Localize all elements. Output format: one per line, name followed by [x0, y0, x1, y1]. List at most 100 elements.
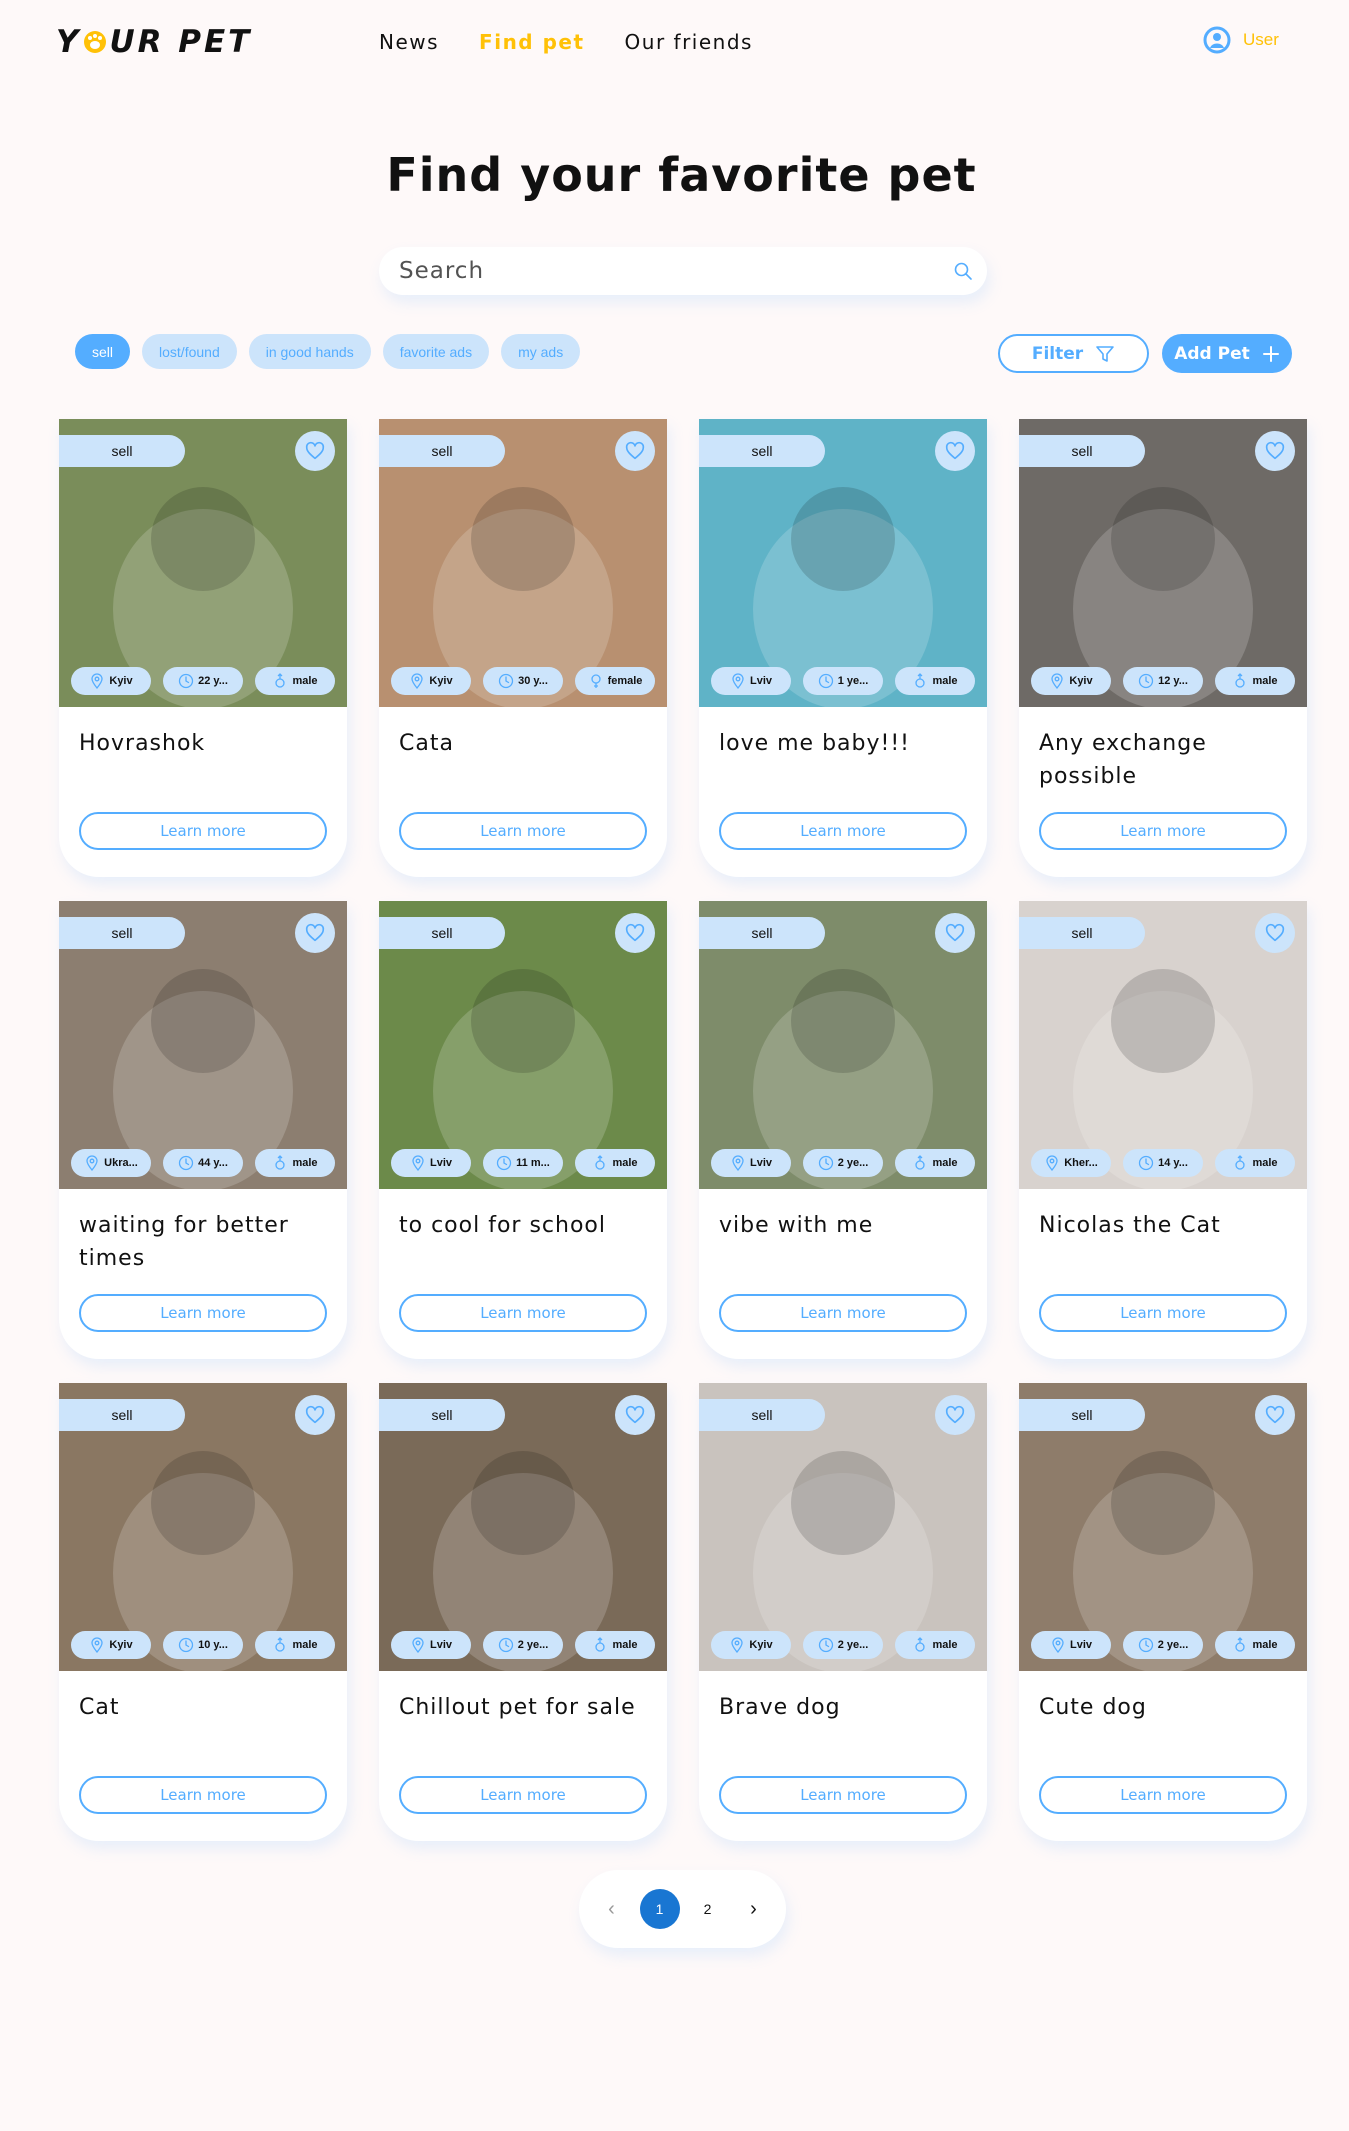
search-input[interactable]	[399, 247, 919, 295]
pet-card: sell Kyiv 12 y... male Any exchange possible…	[1019, 419, 1307, 877]
category-badge: sell	[699, 435, 825, 467]
favorite-button[interactable]	[295, 431, 335, 471]
pet-photo: sell Kyiv 22 y... male	[59, 419, 347, 707]
male-icon	[1235, 1155, 1246, 1170]
favorite-button[interactable]	[615, 1395, 655, 1435]
male-icon	[915, 1155, 926, 1170]
sex-text: male	[1252, 675, 1278, 687]
heart-icon	[625, 923, 645, 942]
favorite-button[interactable]	[935, 913, 975, 953]
pet-card: sell Lviv 2 ye... male Cute dog Learn more	[1019, 1383, 1307, 1841]
pet-title: Cat	[79, 1695, 120, 1720]
location-text: Kyiv	[429, 675, 453, 687]
pet-title: Cata	[399, 731, 454, 756]
category-badge: sell	[1019, 435, 1145, 467]
learn-more-button[interactable]: Learn more	[719, 1294, 967, 1332]
heart-icon	[305, 441, 325, 460]
add-pet-label: Add Pet	[1174, 343, 1250, 364]
pet-title: Any exchange possible	[1039, 731, 1207, 789]
page-1-button[interactable]: 1	[639, 1889, 680, 1929]
favorite-button[interactable]	[295, 913, 335, 953]
learn-more-button[interactable]: Learn more	[79, 1776, 327, 1814]
filter-button[interactable]: Filter	[998, 334, 1149, 373]
favorite-button[interactable]	[1255, 913, 1295, 953]
learn-more-button[interactable]: Learn more	[719, 1776, 967, 1814]
age-badge: 11 m...	[483, 1149, 563, 1177]
learn-more-button[interactable]: Learn more	[1039, 812, 1287, 850]
prev-page-button[interactable]: ‹	[594, 1891, 630, 1927]
location-badge: Lviv	[1031, 1631, 1111, 1659]
learn-more-button[interactable]: Learn more	[1039, 1776, 1287, 1814]
age-badge: 12 y...	[1123, 667, 1203, 695]
pet-card: sell Lviv 2 ye... male vibe with me Learn mor…	[699, 901, 987, 1359]
chip-sell[interactable]: sell	[75, 334, 131, 369]
clock-icon	[1138, 1155, 1154, 1171]
location-text: Ukra...	[104, 1157, 138, 1169]
favorite-button[interactable]	[935, 431, 975, 471]
plus-icon	[1262, 345, 1279, 362]
learn-more-button[interactable]: Learn more	[399, 1776, 647, 1814]
learn-more-button[interactable]: Learn more	[399, 812, 647, 850]
sex-badge: male	[895, 1631, 975, 1659]
location-badge: Kyiv	[711, 1631, 791, 1659]
age-badge: 10 y...	[163, 1631, 243, 1659]
favorite-button[interactable]	[935, 1395, 975, 1435]
pet-photo: sell Lviv 2 ye... male	[699, 901, 987, 1189]
next-page-button[interactable]: ›	[736, 1891, 772, 1927]
location-badge: Ukra...	[71, 1149, 151, 1177]
favorite-button[interactable]	[615, 431, 655, 471]
chip-lost-found[interactable]: lost/found	[142, 334, 237, 369]
page-2-button[interactable]: 2	[690, 1891, 726, 1927]
location-text: Lviv	[749, 1157, 772, 1169]
sex-text: female	[607, 675, 643, 687]
favorite-button[interactable]	[1255, 1395, 1295, 1435]
favorite-button[interactable]	[1255, 431, 1295, 471]
clock-icon	[498, 673, 514, 689]
filter-label: Filter	[1031, 343, 1084, 364]
user-menu[interactable]: User	[1203, 26, 1279, 54]
learn-more-button[interactable]: Learn more	[399, 1294, 647, 1332]
chip-in-good-hands[interactable]: in good hands	[248, 334, 371, 369]
learn-more-button[interactable]: Learn more	[1039, 1294, 1287, 1332]
learn-more-button[interactable]: Learn more	[79, 1294, 327, 1332]
age-text: 2 ye...	[837, 1639, 869, 1651]
male-icon	[275, 673, 286, 688]
chip-favorite-ads[interactable]: favorite ads	[382, 334, 490, 369]
location-icon	[411, 673, 424, 689]
pet-title: Cute dog	[1039, 1695, 1147, 1720]
logo[interactable]: Y UR PET	[56, 22, 252, 62]
age-text: 10 y...	[198, 1639, 228, 1651]
pagination: ‹ 1 2 ›	[579, 1870, 786, 1948]
age-text: 44 y...	[198, 1157, 228, 1169]
location-badge: Lviv	[391, 1631, 471, 1659]
age-text: 12 y...	[1158, 675, 1188, 687]
favorite-button[interactable]	[295, 1395, 335, 1435]
paw-logo-icon	[84, 31, 107, 53]
heart-icon	[1265, 441, 1285, 460]
search-icon[interactable]	[953, 261, 973, 281]
pet-title: Nicolas the Cat	[1039, 1213, 1221, 1238]
nav-find-pet[interactable]: Find pet	[479, 26, 584, 58]
nav-our-friends[interactable]: Our friends	[625, 26, 753, 58]
pet-photo: sell Lviv 11 m... male	[379, 901, 667, 1189]
nav-news[interactable]: News	[379, 26, 439, 58]
sex-badge: male	[1215, 1149, 1295, 1177]
clock-icon	[497, 1155, 512, 1171]
pet-card: sell Kyiv 30 y... female Cata Learn more	[379, 419, 667, 877]
location-badge: Kher...	[1031, 1149, 1111, 1177]
pet-card: sell Kher... 14 y... male Nicolas the Cat Lea…	[1019, 901, 1307, 1359]
favorite-button[interactable]	[615, 913, 655, 953]
learn-more-button[interactable]: Learn more	[719, 812, 967, 850]
location-badge: Lviv	[391, 1149, 471, 1177]
pet-info-row: Lviv 1 ye... male	[711, 667, 975, 695]
location-text: Lviv	[1069, 1639, 1092, 1651]
pet-photo: sell Kher... 14 y... male	[1019, 901, 1307, 1189]
pet-title: Chillout pet for sale	[399, 1695, 636, 1720]
pet-photo: sell Kyiv 2 ye... male	[699, 1383, 987, 1671]
add-pet-button[interactable]: Add Pet	[1162, 334, 1292, 373]
sex-text: male	[932, 1157, 958, 1169]
learn-more-button[interactable]: Learn more	[79, 812, 327, 850]
pet-title: to cool for school	[399, 1213, 606, 1238]
chip-my-ads[interactable]: my ads	[501, 334, 581, 369]
pet-photo: sell Lviv 2 ye... male	[1019, 1383, 1307, 1671]
